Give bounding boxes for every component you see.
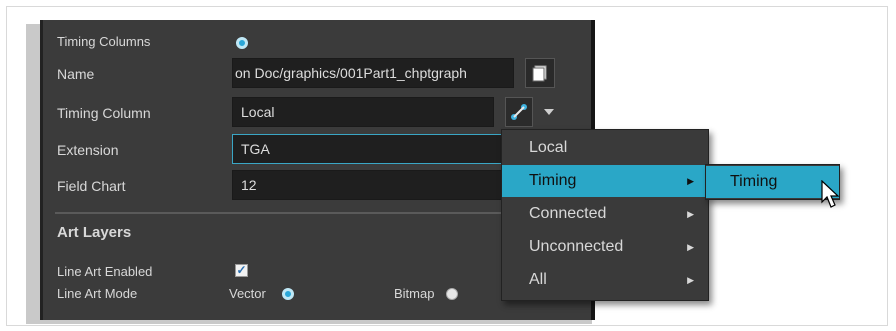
timing-column-dropdown-menu: Local Timing ▶ Connected ▶ Unconnected ▶ Al… [501, 129, 709, 301]
mouse-cursor-icon [821, 180, 840, 208]
submenu-arrow-icon: ▶ [687, 209, 694, 219]
menu-item-label: Unconnected [529, 238, 624, 255]
vector-radio[interactable] [282, 288, 294, 300]
menu-item-label: Connected [529, 205, 607, 222]
browse-icon [532, 65, 547, 82]
art-layers-heading: Art Layers [57, 224, 132, 241]
chevron-down-icon[interactable] [543, 108, 555, 116]
bitmap-label: Bitmap [394, 286, 435, 301]
menu-item-timing[interactable]: Timing ▶ [502, 165, 708, 197]
bitmap-radio[interactable] [446, 288, 458, 300]
extension-field[interactable]: TGA [232, 134, 514, 164]
field-chart-field[interactable]: 12 [232, 170, 514, 200]
name-field[interactable]: on Doc/graphics/001Part1_chptgraph [232, 58, 514, 88]
submenu-arrow-icon: ▶ [687, 242, 694, 252]
timing-column-picker-button[interactable] [505, 97, 533, 127]
browse-button[interactable] [525, 58, 555, 88]
line-art-enabled-checkbox[interactable]: ✓ [235, 264, 248, 277]
menu-item-label: All [529, 271, 547, 288]
vector-label: Vector [229, 286, 266, 301]
menu-item-connected[interactable]: Connected ▶ [502, 198, 708, 230]
line-art-mode-label: Line Art Mode [57, 286, 138, 301]
line-art-enabled-label: Line Art Enabled [57, 264, 153, 279]
submenu-arrow-icon: ▶ [687, 176, 694, 186]
menu-item-all[interactable]: All ▶ [502, 264, 708, 296]
timing-column-label: Timing Column [57, 105, 151, 121]
link-node-icon [511, 104, 527, 120]
timing-columns-radio[interactable] [236, 37, 248, 49]
timing-columns-label: Timing Columns [57, 34, 151, 49]
extension-label: Extension [57, 142, 119, 158]
submenu-arrow-icon: ▶ [687, 275, 694, 285]
menu-item-local[interactable]: Local [502, 132, 708, 164]
submenu-item-label: Timing [730, 173, 778, 190]
timing-column-field[interactable]: Local [232, 97, 494, 127]
field-chart-label: Field Chart [57, 178, 126, 194]
menu-item-unconnected[interactable]: Unconnected ▶ [502, 231, 708, 263]
menu-item-label: Local [529, 139, 568, 156]
name-label: Name [57, 66, 95, 82]
menu-item-label: Timing [529, 172, 577, 189]
